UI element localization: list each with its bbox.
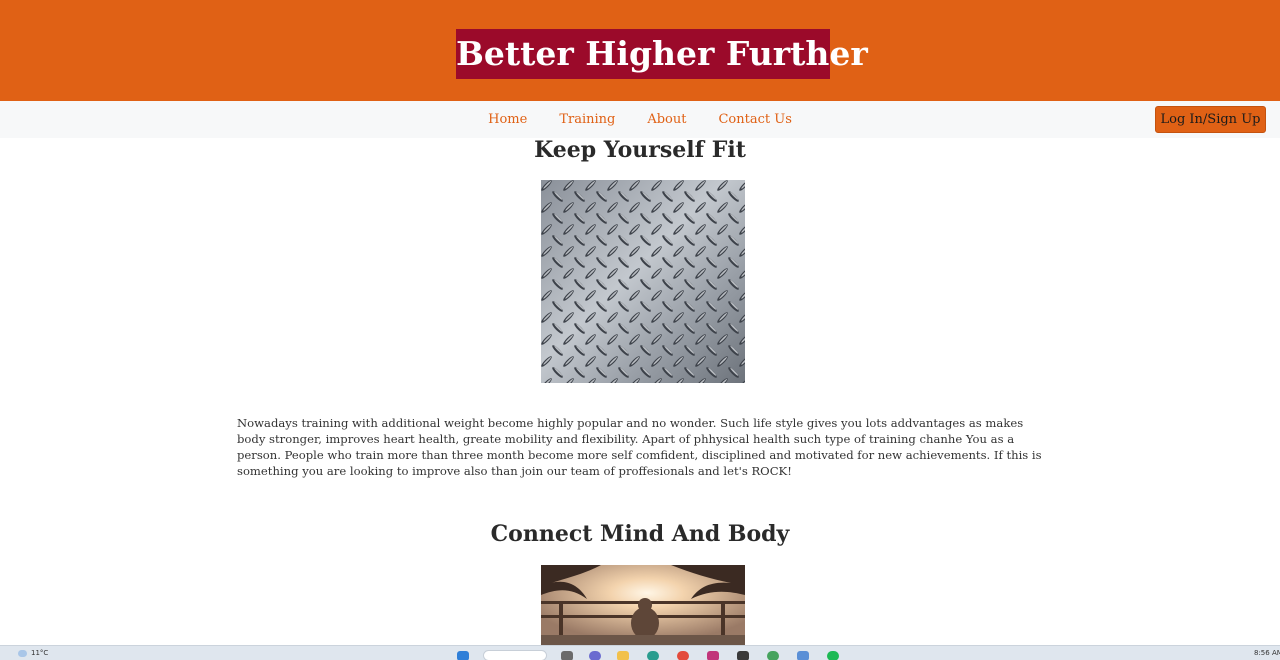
section-title-mind-body: Connect Mind And Body [490, 521, 790, 547]
windows-start-icon[interactable] [457, 651, 469, 660]
weather-temperature: 11°C [31, 649, 49, 657]
spotify-icon[interactable] [827, 651, 839, 660]
teams-icon[interactable] [589, 651, 601, 660]
windows-taskbar: 11°C 8:56 AM [0, 645, 1280, 660]
section-title-fit: Keep Yourself Fit [534, 137, 746, 163]
instagram-icon[interactable] [707, 651, 719, 660]
main-navbar: Home Training About Contact Us Log In/Si… [0, 101, 1280, 138]
nav-contact-link[interactable]: Contact Us [718, 112, 791, 127]
intro-paragraph: Nowadays training with additional weight… [237, 416, 1042, 478]
chrome-profile-icon[interactable] [767, 651, 779, 660]
site-title: Better Higher Further [456, 29, 868, 79]
weather-icon [18, 649, 27, 657]
taskbar-clock: 8:56 AM [1254, 649, 1280, 657]
nav-about-link[interactable]: About [647, 112, 686, 127]
edge-icon[interactable] [647, 651, 659, 660]
notes-icon[interactable] [797, 651, 809, 660]
nav-training-link[interactable]: Training [559, 112, 615, 127]
site-header: Better Higher Further [0, 0, 1280, 101]
folder-icon[interactable] [617, 651, 629, 660]
taskbar-search-input[interactable] [483, 650, 547, 660]
chrome-icon[interactable] [677, 651, 689, 660]
sunset-meditation-image [541, 565, 745, 645]
nav-links: Home Training About Contact Us [0, 101, 1280, 138]
weather-widget[interactable]: 11°C [18, 649, 48, 657]
camera-icon[interactable] [737, 651, 749, 660]
login-signup-button[interactable]: Log In/Sign Up [1155, 106, 1266, 133]
nav-home-link[interactable]: Home [488, 112, 527, 127]
diamond-plate-steel-image [541, 180, 745, 383]
file-explorer-icon[interactable] [561, 651, 573, 660]
